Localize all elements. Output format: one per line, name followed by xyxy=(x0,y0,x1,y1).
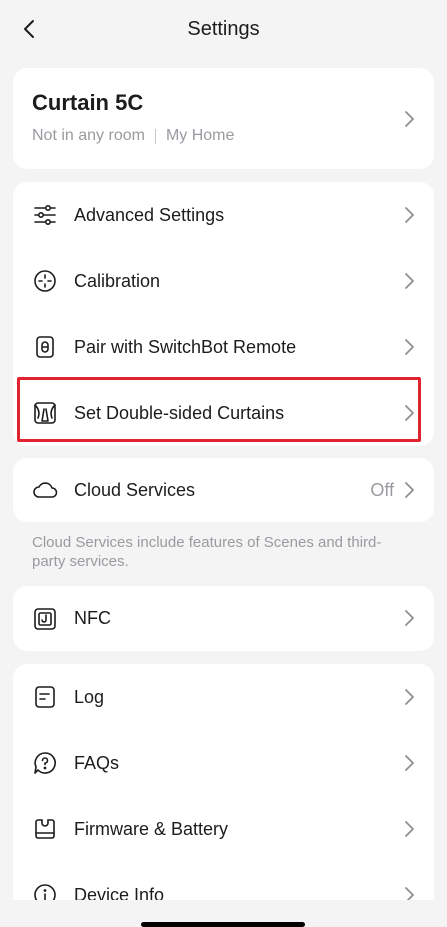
sliders-icon xyxy=(32,202,58,228)
device-card[interactable]: Curtain 5C Not in any room My Home xyxy=(13,68,434,169)
faqs-item[interactable]: FAQs xyxy=(13,730,434,796)
cloud-services-item[interactable]: Cloud Services Off xyxy=(13,458,434,522)
cloud-services-card: Cloud Services Off xyxy=(13,458,434,522)
device-location: Not in any room My Home xyxy=(32,127,234,145)
advanced-settings-item[interactable]: Advanced Settings xyxy=(13,182,434,248)
chevron-right-icon xyxy=(405,821,414,837)
settings-group-1: Advanced Settings Calibration Pair with … xyxy=(13,182,434,446)
help-bubble-icon xyxy=(32,750,58,776)
device-room: Not in any room xyxy=(32,127,145,144)
home-indicator[interactable] xyxy=(141,922,305,927)
curtain-icon xyxy=(32,400,58,426)
log-item[interactable]: Log xyxy=(13,664,434,730)
chevron-right-icon xyxy=(405,610,414,626)
device-home: My Home xyxy=(165,127,235,144)
chevron-right-icon xyxy=(405,689,414,705)
header-bar: Settings xyxy=(0,0,447,58)
chevron-right-icon xyxy=(405,405,414,421)
firmware-icon xyxy=(32,816,58,842)
cloud-services-note: Cloud Services include features of Scene… xyxy=(32,534,382,570)
nfc-card: NFC xyxy=(13,586,434,651)
calibration-label: Calibration xyxy=(74,270,161,291)
info-icon xyxy=(32,882,58,900)
device-info-label: Device Info xyxy=(74,884,165,901)
chevron-right-icon xyxy=(405,339,414,355)
chevron-right-icon xyxy=(405,482,414,498)
calibration-item[interactable]: Calibration xyxy=(13,248,434,314)
faqs-label: FAQs xyxy=(74,752,120,773)
chevron-left-icon xyxy=(24,20,34,38)
chevron-right-icon xyxy=(405,887,414,900)
page-title: Settings xyxy=(187,17,260,40)
remote-icon xyxy=(32,334,58,360)
chevron-right-icon xyxy=(405,111,414,127)
pair-remote-label: Pair with SwitchBot Remote xyxy=(74,336,297,357)
firmware-battery-label: Firmware & Battery xyxy=(74,818,229,839)
nfc-item[interactable]: NFC xyxy=(13,586,434,651)
log-label: Log xyxy=(74,686,105,707)
crosshair-icon xyxy=(32,268,58,294)
double-sided-curtains-label: Set Double-sided Curtains xyxy=(74,402,285,423)
firmware-battery-item[interactable]: Firmware & Battery xyxy=(13,796,434,862)
chevron-right-icon xyxy=(405,755,414,771)
chevron-right-icon xyxy=(405,207,414,223)
settings-group-3: Log FAQs Firmware & Battery Device Info xyxy=(13,664,434,900)
nfc-icon xyxy=(32,606,58,632)
back-button[interactable] xyxy=(14,14,44,44)
cloud-services-label: Cloud Services xyxy=(74,479,196,500)
device-name: Curtain 5C xyxy=(32,90,144,115)
cloud-services-status: Off xyxy=(370,479,394,500)
pair-remote-item[interactable]: Pair with SwitchBot Remote xyxy=(13,314,434,380)
divider xyxy=(154,128,156,144)
advanced-settings-label: Advanced Settings xyxy=(74,204,225,225)
chevron-right-icon xyxy=(405,273,414,289)
document-icon xyxy=(32,684,58,710)
double-sided-curtains-item[interactable]: Set Double-sided Curtains xyxy=(13,380,434,446)
cloud-icon xyxy=(32,477,58,503)
nfc-label: NFC xyxy=(74,608,111,628)
device-info-item[interactable]: Device Info xyxy=(13,862,434,900)
